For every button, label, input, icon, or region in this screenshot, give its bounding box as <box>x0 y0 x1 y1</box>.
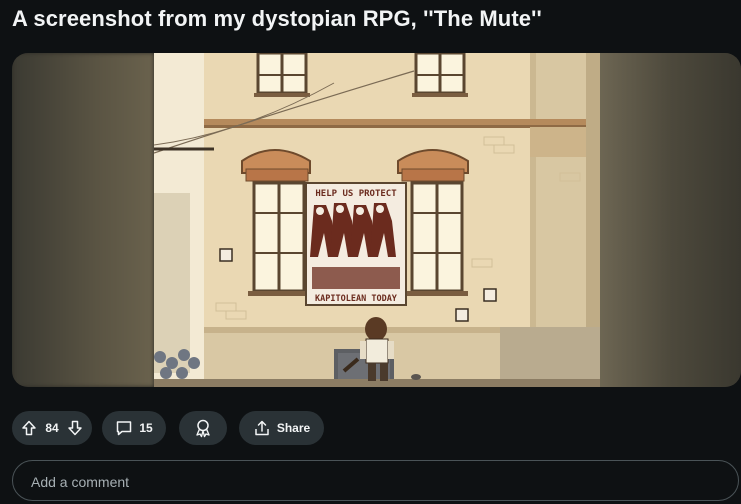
awning-right <box>397 149 469 182</box>
comments-button[interactable]: 15 <box>102 411 166 445</box>
vote-control: 84 <box>12 411 92 445</box>
vote-count: 84 <box>45 421 59 435</box>
banner-top-text: HELP US PROTECT <box>315 189 397 199</box>
window-left <box>248 181 310 296</box>
media-blur-left <box>12 53 154 387</box>
downvote-icon[interactable] <box>67 420 83 436</box>
award-button[interactable] <box>179 411 227 445</box>
post-media[interactable]: HELP US PROTECT KAPITOLEAN TODAY <box>12 53 741 387</box>
share-icon <box>253 419 271 437</box>
upvote-icon[interactable] <box>21 420 37 436</box>
propaganda-banner: HELP US PROTECT KAPITOLEAN TODAY <box>305 182 407 306</box>
share-label: Share <box>276 421 311 435</box>
awning-left <box>241 149 311 182</box>
upper-window-left <box>254 53 310 97</box>
media-blur-right <box>600 53 741 387</box>
award-icon <box>193 418 213 438</box>
post-title: A screenshot from my dystopian RPG, ''Th… <box>12 6 542 31</box>
comment-count: 15 <box>139 421 153 435</box>
upper-window-right <box>412 53 468 97</box>
share-button[interactable]: Share <box>239 411 324 445</box>
comment-icon <box>115 419 133 437</box>
game-scene-art: HELP US PROTECT KAPITOLEAN TODAY <box>154 53 600 387</box>
comment-box[interactable] <box>12 460 739 502</box>
game-screenshot: HELP US PROTECT KAPITOLEAN TODAY <box>154 53 600 387</box>
window-right <box>406 181 468 296</box>
banner-bottom-text: KAPITOLEAN TODAY <box>315 294 398 304</box>
comment-input[interactable] <box>29 461 713 502</box>
